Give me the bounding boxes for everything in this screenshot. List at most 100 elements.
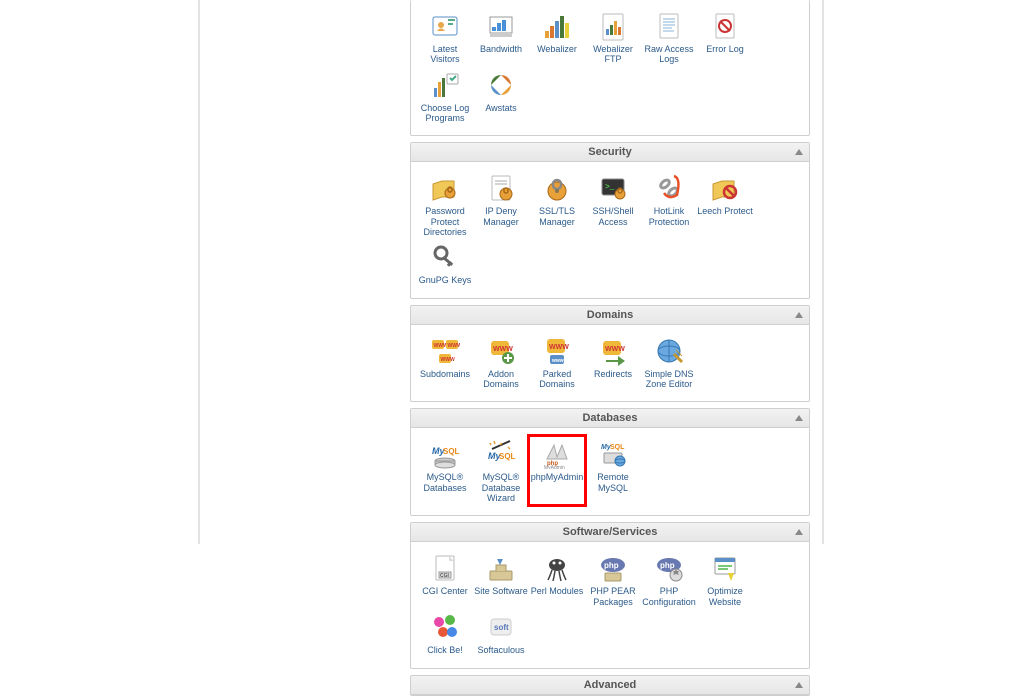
item-label: Softaculous xyxy=(473,645,529,655)
item-remote-mysql[interactable]: MySQL Remote MySQL xyxy=(585,436,641,505)
item-webalizer[interactable]: Webalizer xyxy=(529,8,585,67)
item-label: HotLink Protection xyxy=(641,206,697,227)
item-label: Click Be! xyxy=(417,645,473,655)
item-label: Latest Visitors xyxy=(417,44,473,65)
pear-icon: php xyxy=(597,552,629,584)
item-label: Bandwidth xyxy=(473,44,529,54)
site-soft-icon xyxy=(485,552,517,584)
svg-text:php: php xyxy=(660,561,675,570)
item-label: CGI Center xyxy=(417,586,473,596)
item-softaculous[interactable]: soft Softaculous xyxy=(473,609,529,657)
item-hotlink[interactable]: HotLink Protection xyxy=(641,170,697,239)
collapse-icon xyxy=(795,312,803,318)
panel-header-security[interactable]: Security xyxy=(411,143,809,162)
gnupg-icon xyxy=(429,241,461,273)
item-mysql-wizard[interactable]: MySQL MySQL® Database Wizard xyxy=(473,436,529,505)
addon-icon: WWW xyxy=(485,335,517,367)
svg-text:WWW: WWW xyxy=(434,343,448,349)
item-phpmyadmin[interactable]: phpMyAdmin phpMyAdmin xyxy=(529,436,585,505)
choose-logs-icon xyxy=(429,69,461,101)
svg-text:www: www xyxy=(551,358,564,364)
item-label: phpMyAdmin xyxy=(529,472,585,482)
panel-software: Software/Services CGI CGI Center Site So… xyxy=(410,522,810,668)
optimize-icon xyxy=(709,552,741,584)
svg-text:WWW: WWW xyxy=(441,357,455,363)
bandwidth-icon xyxy=(485,10,517,42)
softaculous-icon: soft xyxy=(485,611,517,643)
item-latest-visitors[interactable]: Latest Visitors xyxy=(417,8,473,67)
item-site-software[interactable]: Site Software xyxy=(473,550,529,609)
subdomains-icon: WWWWWWWWW xyxy=(429,335,461,367)
clickbe-icon xyxy=(429,611,461,643)
item-leech-protect[interactable]: Leech Protect xyxy=(697,170,753,239)
collapse-icon xyxy=(795,149,803,155)
item-label: Remote MySQL xyxy=(585,472,641,493)
item-redirects[interactable]: WWW Redirects xyxy=(585,333,641,392)
item-label: Error Log xyxy=(697,44,753,54)
item-ssl-tls[interactable]: SSL/TLS Manager xyxy=(529,170,585,239)
dns-icon xyxy=(653,335,685,367)
item-ssh-shell[interactable]: >_ SSH/Shell Access xyxy=(585,170,641,239)
panel-header-databases[interactable]: Databases xyxy=(411,409,809,428)
item-label: Choose Log Programs xyxy=(417,103,473,124)
redirects-icon: WWW xyxy=(597,335,629,367)
item-cgi-center[interactable]: CGI CGI Center xyxy=(417,550,473,609)
item-php-pear[interactable]: php PHP PEAR Packages xyxy=(585,550,641,609)
parked-icon: WWW www xyxy=(541,335,573,367)
leech-icon xyxy=(709,172,741,204)
ssl-tls-icon xyxy=(541,172,573,204)
svg-text:WWW: WWW xyxy=(549,344,569,351)
item-label: GnuPG Keys xyxy=(417,275,473,285)
pw-protect-icon xyxy=(429,172,461,204)
svg-text:SQL: SQL xyxy=(443,447,460,456)
svg-text:SQL: SQL xyxy=(499,452,516,461)
item-click-be[interactable]: Click Be! xyxy=(417,609,473,657)
collapse-icon xyxy=(795,682,803,688)
item-gnupg[interactable]: GnuPG Keys xyxy=(417,239,473,287)
item-addon-domains[interactable]: WWW Addon Domains xyxy=(473,333,529,392)
item-mysql-databases[interactable]: MySQL MySQL® Databases xyxy=(417,436,473,505)
item-choose-log-programs[interactable]: Choose Log Programs xyxy=(417,67,473,126)
collapse-icon xyxy=(795,529,803,535)
item-webalizer-ftp[interactable]: Webalizer FTP xyxy=(585,8,641,67)
item-php-config[interactable]: php PHP Configuration xyxy=(641,550,697,609)
item-awstats[interactable]: Awstats xyxy=(473,67,529,126)
item-label: SSH/Shell Access xyxy=(585,206,641,227)
panel-header-software[interactable]: Software/Services xyxy=(411,523,809,542)
ssh-icon: >_ xyxy=(597,172,629,204)
item-label: Webalizer FTP xyxy=(585,44,641,65)
svg-text:WWW: WWW xyxy=(493,346,513,353)
item-error-log[interactable]: Error Log xyxy=(697,8,753,67)
panel-databases: Databases MySQL MySQL® Databases MySQL M… xyxy=(410,408,810,516)
svg-text:SQL: SQL xyxy=(610,444,625,451)
item-parked-domains[interactable]: WWWwww Parked Domains xyxy=(529,333,585,392)
svg-text:WWW: WWW xyxy=(448,343,461,349)
svg-text:php: php xyxy=(604,561,619,570)
item-dns-editor[interactable]: Simple DNS Zone Editor xyxy=(641,333,697,392)
item-optimize-website[interactable]: Optimize Website xyxy=(697,550,753,609)
panel-title: Software/Services xyxy=(563,526,658,538)
panel-header-domains[interactable]: Domains xyxy=(411,306,809,325)
panel-advanced: Advanced xyxy=(410,675,810,696)
svg-text:WWW: WWW xyxy=(605,346,625,353)
item-password-protect[interactable]: Password Protect Directories xyxy=(417,170,473,239)
panel-security: Security Password Protect Directories IP… xyxy=(410,142,810,298)
item-label: Redirects xyxy=(585,369,641,379)
item-label: SSL/TLS Manager xyxy=(529,206,585,227)
panel-title: Security xyxy=(588,146,631,158)
item-raw-access-logs[interactable]: Raw Access Logs xyxy=(641,8,697,67)
item-ip-deny[interactable]: IP Deny Manager xyxy=(473,170,529,239)
item-label: Leech Protect xyxy=(697,206,753,216)
item-bandwidth[interactable]: Bandwidth xyxy=(473,8,529,67)
item-perl-modules[interactable]: Perl Modules xyxy=(529,550,585,609)
remote-mysql-icon: MySQL xyxy=(597,438,629,470)
item-label: Addon Domains xyxy=(473,369,529,390)
svg-text:CGI: CGI xyxy=(440,573,450,579)
mysql-wiz-icon: MySQL xyxy=(485,438,517,470)
item-subdomains[interactable]: WWWWWWWWW Subdomains xyxy=(417,333,473,392)
svg-text:MyAdmin: MyAdmin xyxy=(544,465,565,469)
panel-header-advanced[interactable]: Advanced xyxy=(411,676,809,695)
right-divider xyxy=(822,0,824,544)
item-label: PHP Configuration xyxy=(641,586,697,607)
ip-deny-icon xyxy=(485,172,517,204)
